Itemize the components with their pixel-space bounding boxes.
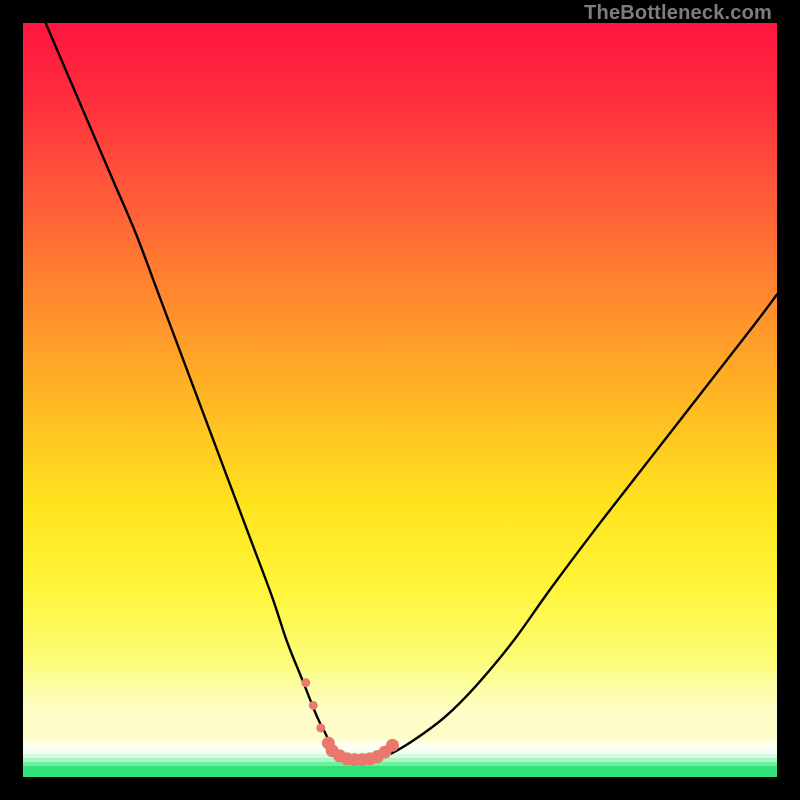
bottleneck-curve <box>46 23 777 760</box>
watermark-text: TheBottleneck.com <box>584 2 772 25</box>
curve-layer <box>23 23 777 777</box>
plot-area <box>23 23 777 777</box>
chart-root: TheBottleneck.com <box>0 0 800 800</box>
marker-dot <box>316 723 325 732</box>
marker-dot <box>309 701 318 710</box>
marker-dot <box>301 678 310 687</box>
marker-dot <box>386 739 399 752</box>
highlight-markers <box>301 678 399 766</box>
